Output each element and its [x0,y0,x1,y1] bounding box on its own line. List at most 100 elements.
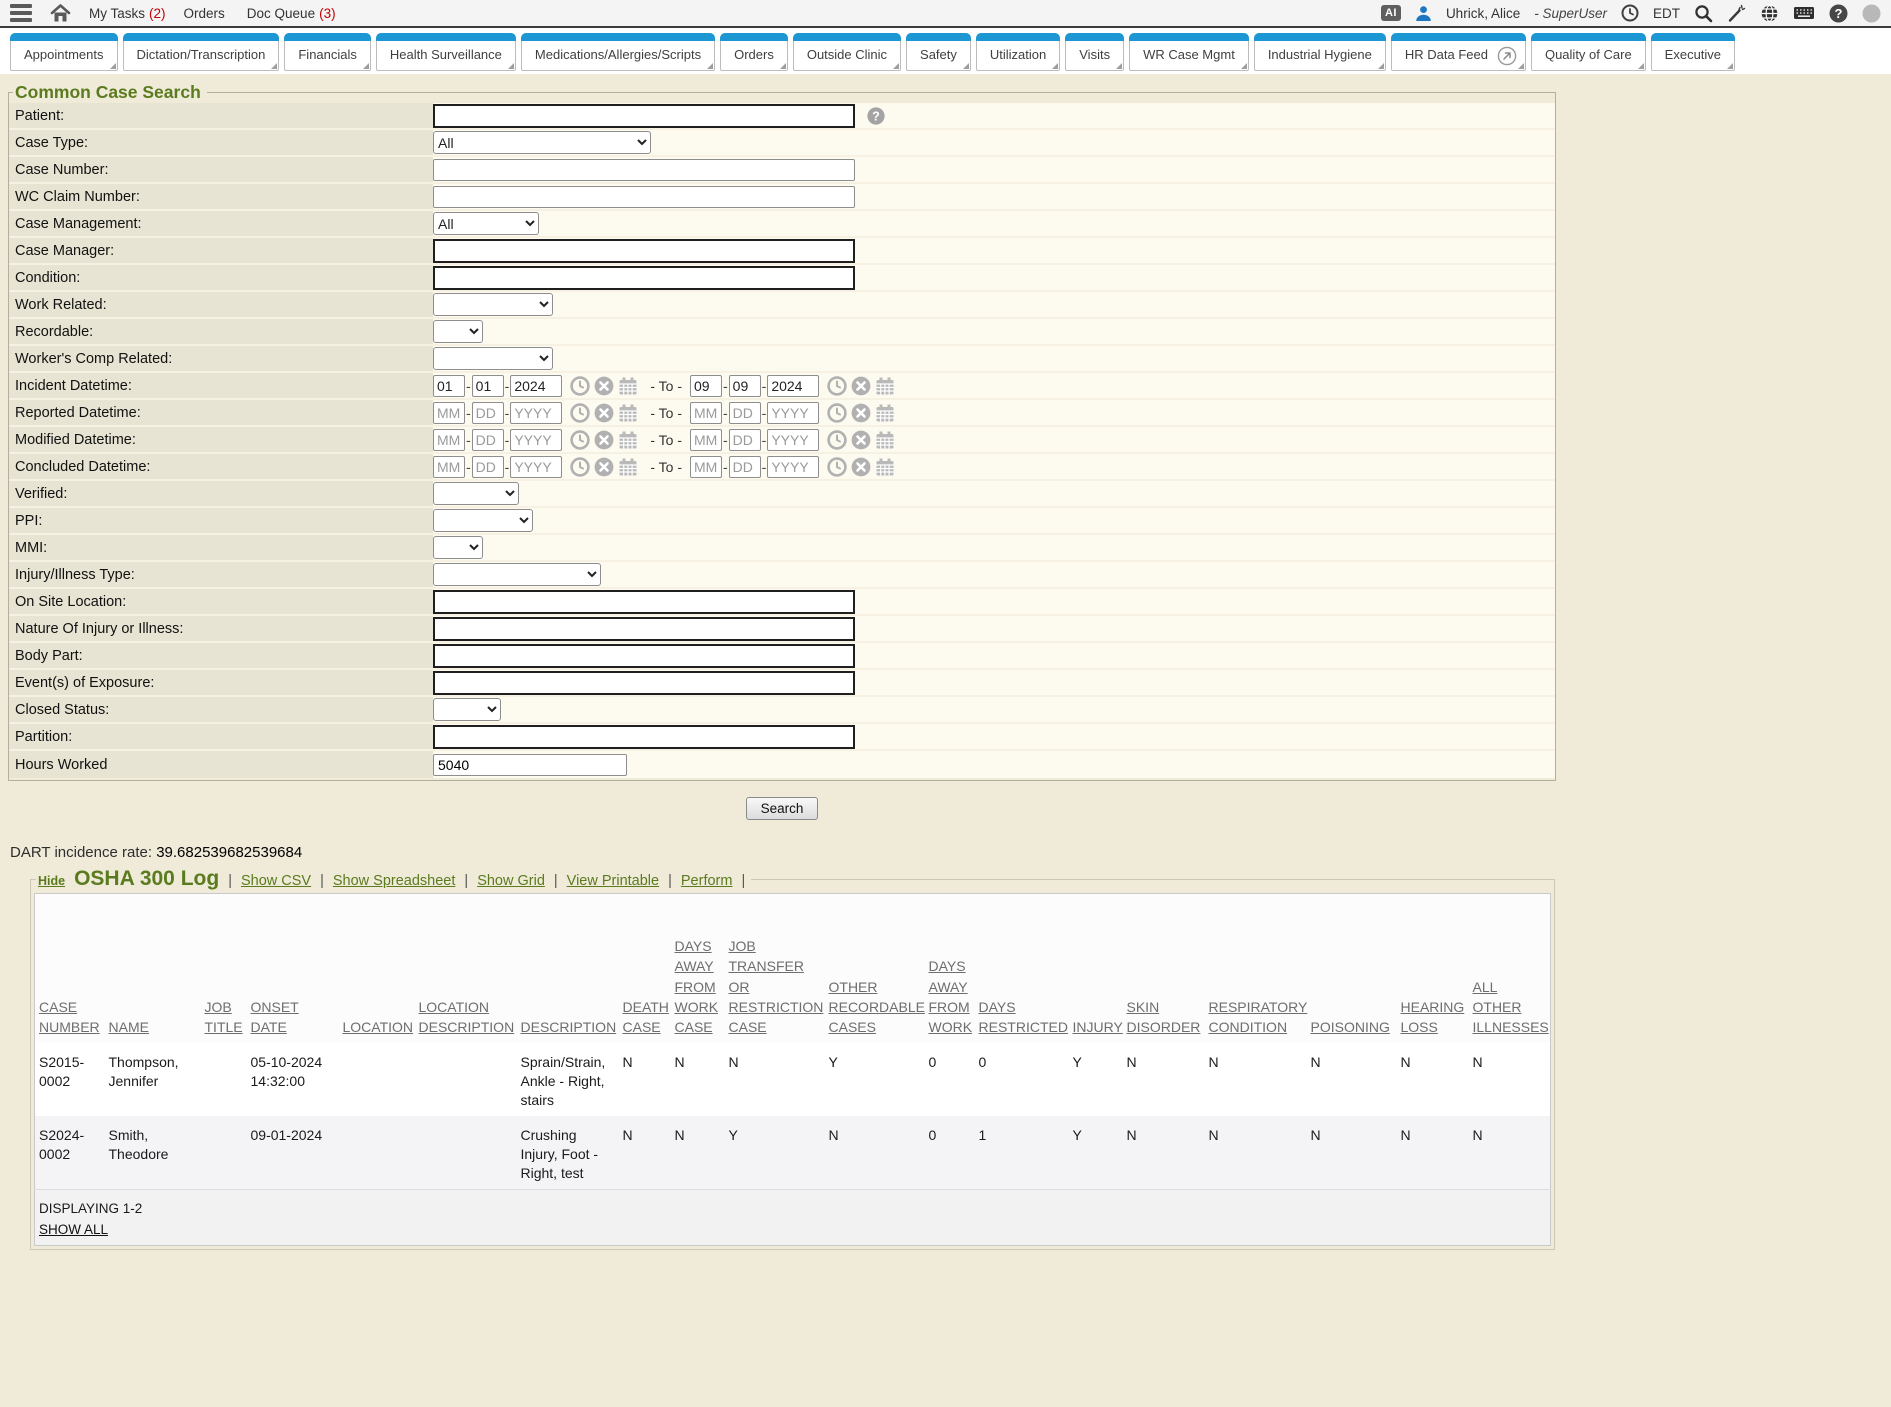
wc-claim-number-input[interactable] [433,186,855,208]
clear-date-icon[interactable] [594,376,614,396]
perform-link[interactable]: Perform [681,873,733,889]
table-row[interactable]: S2024-0002 Smith, Theodore 09-01-2024 Cr… [35,1116,1551,1189]
reported-to-day-input[interactable] [729,402,761,424]
sort-name[interactable]: NAME [109,1019,149,1035]
case-type-select[interactable]: All [433,131,651,154]
globe-icon[interactable] [1760,4,1779,23]
nav-my-tasks[interactable]: My Tasks (2) [89,6,166,21]
patient-help-icon[interactable]: ? [867,107,885,125]
body-part-input[interactable] [433,644,855,668]
time-picker-icon[interactable] [827,457,847,477]
workers-comp-related-select[interactable] [433,347,553,370]
keyboard-icon[interactable] [1793,5,1815,21]
sort-description[interactable]: DESCRIPTION [521,1019,617,1035]
tab-appointments[interactable]: Appointments [10,33,118,71]
time-picker-icon[interactable] [827,403,847,423]
show-grid-link[interactable]: Show Grid [477,873,545,889]
concluded-to-year-input[interactable] [767,456,819,478]
concluded-from-month-input[interactable] [433,456,465,478]
tab-quality-of-care[interactable]: Quality of Care [1531,33,1646,71]
concluded-from-day-input[interactable] [472,456,504,478]
sort-hearing-loss[interactable]: HEARING LOSS [1401,999,1465,1035]
time-picker-icon[interactable] [570,430,590,450]
nature-of-injury-input[interactable] [433,617,855,641]
sort-job-transfer-or-restriction-case[interactable]: JOB TRANSFER OR RESTRICTION CASE [729,938,824,1035]
sort-other-recordable-cases[interactable]: OTHER RECORDABLE CASES [829,979,925,1036]
modified-to-year-input[interactable] [767,429,819,451]
incident-from-month-input[interactable] [433,375,465,397]
condition-input[interactable] [433,266,855,290]
incident-from-day-input[interactable] [472,375,504,397]
tab-safety[interactable]: Safety [906,33,971,71]
partition-input[interactable] [433,725,855,749]
concluded-to-day-input[interactable] [729,456,761,478]
time-picker-icon[interactable] [570,457,590,477]
tab-hr-data-feed[interactable]: HR Data Feed [1391,33,1526,71]
verified-select[interactable] [433,482,519,505]
clear-date-icon[interactable] [594,457,614,477]
reported-from-year-input[interactable] [510,402,562,424]
show-csv-link[interactable]: Show CSV [241,873,311,889]
sort-injury[interactable]: INJURY [1073,1019,1123,1035]
reported-from-month-input[interactable] [433,402,465,424]
clear-date-icon[interactable] [851,430,871,450]
calendar-icon[interactable] [875,403,895,423]
incident-from-year-input[interactable] [510,375,562,397]
sort-case-number[interactable]: CASE NUMBER [39,999,100,1035]
calendar-icon[interactable] [875,457,895,477]
case-management-select[interactable]: All [433,212,539,235]
table-row[interactable]: S2015-0002 Thompson, Jennifer 05-10-2024… [35,1043,1551,1116]
sort-job-title[interactable]: JOB TITLE [205,999,243,1035]
tab-wr-case-mgmt[interactable]: WR Case Mgmt [1129,33,1249,71]
menu-icon[interactable] [10,4,32,22]
tab-dictation-transcription[interactable]: Dictation/Transcription [123,33,280,71]
case-number-input[interactable] [433,159,855,181]
on-site-location-input[interactable] [433,590,855,614]
view-printable-link[interactable]: View Printable [567,873,659,889]
calendar-icon[interactable] [618,457,638,477]
sort-respiratory-condition[interactable]: RESPIRATORY CONDITION [1209,999,1308,1035]
case-manager-input[interactable] [433,239,855,263]
time-picker-icon[interactable] [827,376,847,396]
concluded-from-year-input[interactable] [510,456,562,478]
tab-visits[interactable]: Visits [1065,33,1124,71]
tab-orders[interactable]: Orders [720,33,788,71]
show-all-link[interactable]: SHOW ALL [39,1221,108,1239]
ai-badge[interactable]: AI [1381,5,1401,21]
reported-to-year-input[interactable] [767,402,819,424]
home-icon[interactable] [50,4,71,23]
work-related-select[interactable] [433,293,553,316]
sort-poisoning[interactable]: POISONING [1311,1019,1390,1035]
tab-outside-clinic[interactable]: Outside Clinic [793,33,901,71]
calendar-icon[interactable] [618,403,638,423]
reported-from-day-input[interactable] [472,402,504,424]
events-of-exposure-input[interactable] [433,671,855,695]
user-name[interactable]: Uhrick, Alice [1446,6,1520,21]
mmi-select[interactable] [433,536,483,559]
injury-illness-type-select[interactable] [433,563,601,586]
tab-medications-allergies-scripts[interactable]: Medications/Allergies/Scripts [521,33,715,71]
modified-to-month-input[interactable] [690,429,722,451]
clear-date-icon[interactable] [851,376,871,396]
sort-location[interactable]: LOCATION [343,1019,414,1035]
tab-executive[interactable]: Executive [1651,33,1735,71]
clear-date-icon[interactable] [851,403,871,423]
calendar-icon[interactable] [618,376,638,396]
calendar-icon[interactable] [875,430,895,450]
help-icon[interactable]: ? [1829,4,1848,23]
sort-location-description[interactable]: LOCATION DESCRIPTION [419,999,515,1035]
recordable-select[interactable] [433,320,483,343]
nav-doc-queue[interactable]: Doc Queue (3) [247,6,336,21]
show-spreadsheet-link[interactable]: Show Spreadsheet [333,873,456,889]
sort-skin-disorder[interactable]: SKIN DISORDER [1127,999,1201,1035]
hide-link[interactable]: Hide [38,874,65,888]
sort-days-restricted[interactable]: DAYS RESTRICTED [979,999,1068,1035]
incident-to-year-input[interactable] [767,375,819,397]
hours-worked-input[interactable] [433,754,627,776]
incident-to-month-input[interactable] [690,375,722,397]
tab-industrial-hygiene[interactable]: Industrial Hygiene [1254,33,1386,71]
closed-status-select[interactable] [433,698,501,721]
time-picker-icon[interactable] [827,430,847,450]
sort-death-case[interactable]: DEATH CASE [623,999,669,1035]
ppi-select[interactable] [433,509,533,532]
